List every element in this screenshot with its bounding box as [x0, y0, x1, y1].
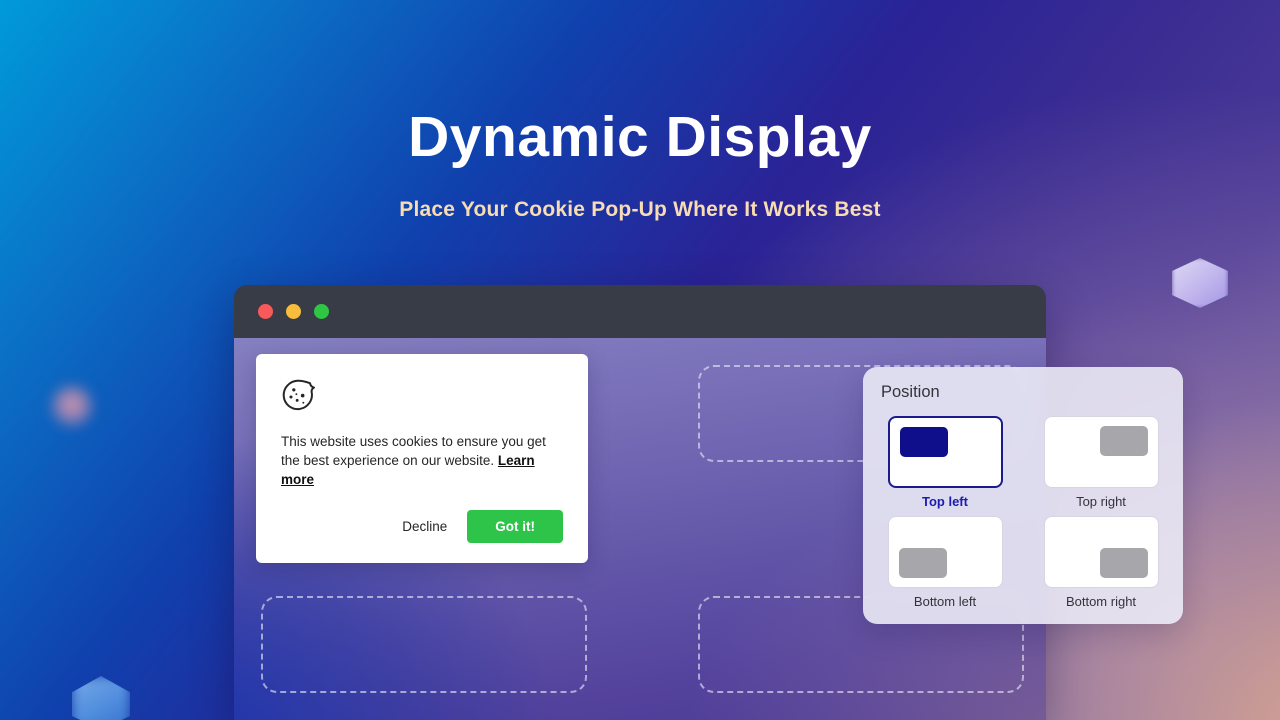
- position-panel-title: Position: [881, 383, 940, 401]
- position-option-top-right[interactable]: Top right: [1037, 416, 1165, 509]
- window-close-icon[interactable]: [258, 304, 273, 319]
- page-subtitle: Place Your Cookie Pop-Up Where It Works …: [399, 197, 881, 221]
- position-chip-bottom-right: [1099, 548, 1148, 578]
- position-thumb-bottom-left: [887, 516, 1003, 588]
- window-minimize-icon[interactable]: [286, 304, 301, 319]
- cookie-icon: [282, 379, 315, 411]
- cookie-message: This website uses cookies to ensure you …: [281, 432, 563, 489]
- placeholder-slot-bottom-left: [261, 596, 587, 693]
- cookie-actions: Decline Got it!: [281, 510, 563, 544]
- blue-glow-shape-icon: [72, 676, 130, 720]
- position-thumb-top-right: [1043, 416, 1159, 488]
- hero-section: Dynamic Display Place Your Cookie Pop-Up…: [0, 0, 1280, 222]
- accept-button[interactable]: Got it!: [467, 510, 563, 544]
- position-options-grid: Top left Top right Bottom left Bottom ri…: [881, 416, 1165, 609]
- decline-button[interactable]: Decline: [398, 513, 451, 540]
- hexagon-shape-icon: [1172, 258, 1228, 308]
- position-label-bottom-left: Bottom left: [913, 594, 977, 609]
- position-chip-bottom-left: [898, 548, 947, 578]
- position-option-bottom-left[interactable]: Bottom left: [881, 516, 1009, 609]
- page-root: Dynamic Display Place Your Cookie Pop-Up…: [0, 0, 1280, 720]
- position-label-bottom-right: Bottom right: [1065, 594, 1137, 609]
- page-title: Dynamic Display: [408, 105, 872, 169]
- position-chip-top-left: [899, 427, 948, 457]
- position-option-top-left[interactable]: Top left: [881, 416, 1009, 509]
- cookie-consent-banner: This website uses cookies to ensure you …: [256, 354, 588, 564]
- position-label-top-right: Top right: [1076, 494, 1126, 509]
- position-thumb-top-left: [887, 416, 1003, 488]
- position-chip-top-right: [1099, 426, 1148, 456]
- window-maximize-icon[interactable]: [314, 304, 329, 319]
- pink-glow-circle-icon: [50, 385, 94, 429]
- position-option-bottom-right[interactable]: Bottom right: [1037, 516, 1165, 609]
- position-label-top-left: Top left: [922, 494, 968, 509]
- position-panel: Position Top left Top right Bottom left: [863, 367, 1183, 624]
- position-thumb-bottom-right: [1043, 516, 1159, 588]
- browser-titlebar: [234, 285, 1046, 338]
